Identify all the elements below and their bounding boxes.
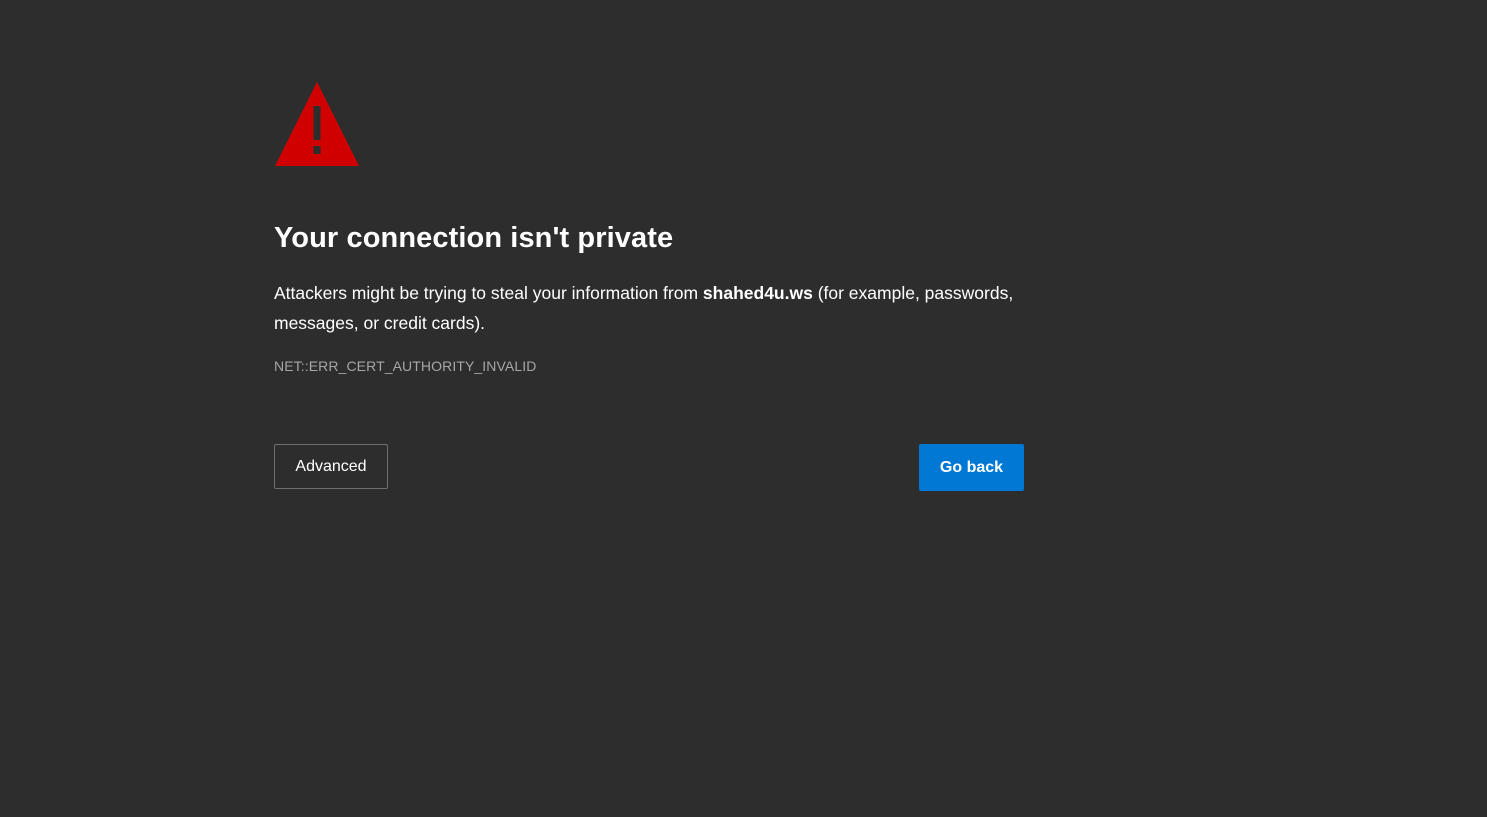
error-code: NET::ERR_CERT_AUTHORITY_INVALID — [274, 358, 537, 374]
warning-triangle-icon — [275, 82, 359, 166]
host-name: shahed4u.ws — [702, 283, 813, 303]
warning-message: Attackers might be trying to steal your … — [274, 278, 1024, 338]
button-row: Advanced Go back — [274, 444, 1024, 492]
interstitial-container: Your connection isn't private Attackers … — [274, 80, 1024, 492]
go-back-button[interactable]: Go back — [919, 444, 1024, 491]
message-text-before: Attackers might be trying to steal your … — [274, 283, 703, 303]
advanced-button[interactable]: Advanced — [274, 444, 388, 489]
page-title: Your connection isn't private — [274, 222, 674, 254]
